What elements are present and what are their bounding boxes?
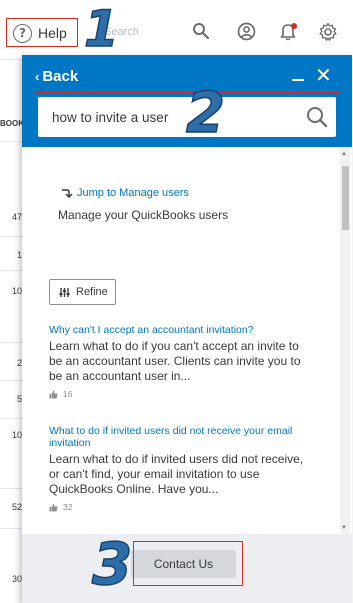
background-table-cell: 2	[16, 358, 22, 368]
search-result-description: Learn what to do if invited users did no…	[49, 452, 304, 496]
chevron-left-icon: ‹	[35, 69, 40, 84]
jump-arrow-icon	[62, 188, 73, 198]
back-button[interactable]: ‹ Back	[35, 68, 78, 85]
background-table-divider	[0, 342, 24, 343]
vote-count: 32	[63, 502, 73, 512]
background-table-cell: 52	[11, 502, 22, 512]
thumbs-up-icon	[49, 503, 58, 511]
search-result-votes: 16	[49, 389, 311, 399]
background-table-divider	[0, 380, 24, 381]
back-button-label: Back	[42, 68, 79, 85]
search-result: Why can't I accept an accountant invitat…	[49, 324, 311, 399]
background-table-cell: 10	[11, 286, 22, 296]
background-table-divider	[0, 528, 24, 529]
search-icon[interactable]	[192, 22, 210, 40]
background-table-cell: 30	[11, 574, 22, 584]
vote-count: 16	[63, 389, 73, 399]
search-result-title-link[interactable]: What to do if invited users did not rece…	[49, 425, 311, 449]
filter-sliders-icon	[59, 287, 70, 297]
search-result-votes: 32	[49, 502, 311, 512]
background-table-header: BOOKS	[0, 104, 24, 142]
gear-icon[interactable]	[318, 22, 338, 42]
annotation-step-1: 1	[83, 0, 119, 58]
background-table-cell: 1	[16, 250, 22, 260]
search-result-description: Learn what to do if you can't accept an …	[49, 339, 301, 383]
scrollbar-thumb[interactable]	[342, 166, 349, 230]
profile-icon[interactable]	[237, 22, 256, 41]
annotation-step-2: 2	[185, 81, 225, 146]
scroll-down-arrow-icon[interactable]: ▼	[341, 525, 347, 531]
background-table-divider	[0, 418, 24, 419]
minimize-icon[interactable]	[292, 79, 304, 81]
jump-to-link-label: Jump to Manage users	[77, 187, 189, 199]
help-highlight-box	[6, 18, 78, 47]
contact-highlight-box	[133, 541, 243, 586]
app-top-bar: ? Help Search	[0, 0, 353, 60]
refine-button[interactable]: Refine	[49, 279, 116, 305]
annotation-step-3: 3	[91, 530, 133, 598]
search-result: What to do if invited users did not rece…	[49, 425, 311, 512]
close-icon[interactable]: ✕	[315, 65, 332, 85]
background-table-cell: 47	[11, 212, 22, 222]
background-table-divider	[0, 488, 24, 489]
jump-to-link[interactable]: Jump to Manage users	[60, 187, 189, 199]
background-table-divider	[0, 270, 24, 271]
refine-button-label: Refine	[76, 286, 108, 298]
thumbs-up-icon	[49, 390, 58, 398]
background-table-cell: 5	[16, 394, 22, 404]
background-table-divider	[0, 236, 24, 237]
background-table-cell: 10	[11, 430, 22, 440]
jump-to-subtitle: Manage your QuickBooks users	[58, 208, 229, 222]
search-result-title-link[interactable]: Why can't I accept an accountant invitat…	[49, 324, 311, 336]
notification-dot	[291, 23, 297, 29]
scroll-up-arrow-icon[interactable]: ▲	[341, 151, 347, 157]
